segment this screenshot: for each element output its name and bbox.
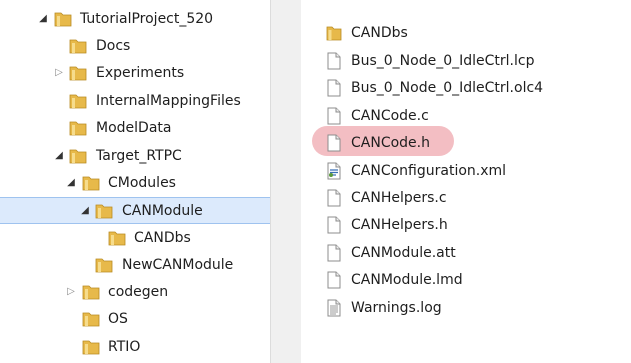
collapse-arrow-icon[interactable]: ▷ <box>54 67 64 79</box>
file-name: Bus_0_Node_0_IdleCtrl.olc4 <box>351 80 544 96</box>
folder-icon <box>69 94 87 109</box>
list-item-file[interactable]: Warnings.log <box>301 295 631 321</box>
tree-item-label: Experiments <box>96 65 185 81</box>
folder-icon <box>95 258 113 273</box>
tree-item-os[interactable]: OS <box>0 306 270 333</box>
text-file-icon <box>327 299 341 317</box>
tree-item-label: OS <box>108 311 128 327</box>
tree-item-label: TutorialProject_520 <box>80 11 214 27</box>
tree-item-label: CANDbs <box>134 230 191 246</box>
file-name: CANModule.lmd <box>351 272 463 288</box>
file-name: CANDbs <box>351 25 408 41</box>
file-name: CANCode.h <box>351 135 430 151</box>
list-item-file[interactable]: Bus_0_Node_0_IdleCtrl.lcp <box>301 48 631 74</box>
expand-arrow-icon[interactable]: ◢ <box>38 13 48 25</box>
xml-file-icon <box>327 162 341 180</box>
list-item-file[interactable]: CANHelpers.c <box>301 185 631 211</box>
file-name: Warnings.log <box>351 300 442 316</box>
tree-item-target-rtpc[interactable]: ◢ Target_RTPC <box>0 143 270 170</box>
tree-item-modeldata[interactable]: ModelData <box>0 115 270 142</box>
expand-arrow-icon[interactable]: ◢ <box>80 205 90 217</box>
tree-item-label: NewCANModule <box>122 257 234 273</box>
list-item-file-highlighted[interactable]: CANCode.h <box>301 130 631 156</box>
list-item-file[interactable]: CANHelpers.h <box>301 212 631 238</box>
tree-item-internalmappingfiles[interactable]: InternalMappingFiles <box>0 88 270 115</box>
file-icon <box>327 244 341 262</box>
list-item-file[interactable]: CANConfiguration.xml <box>301 158 631 184</box>
file-icon <box>327 107 341 125</box>
folder-icon <box>54 12 72 27</box>
file-icon <box>327 134 341 152</box>
file-icon <box>327 216 341 234</box>
tree-item-label: Target_RTPC <box>96 148 182 164</box>
file-icon <box>327 189 341 207</box>
file-name: CANHelpers.c <box>351 190 447 206</box>
folder-icon <box>69 66 87 81</box>
folder-icon <box>69 39 87 54</box>
folder-icon <box>95 204 113 219</box>
tree-item-label: CANModule <box>122 203 203 219</box>
tree-item-cmodules[interactable]: ◢ CModules <box>0 170 270 197</box>
folder-icon <box>82 176 100 191</box>
list-item-file[interactable]: Bus_0_Node_0_IdleCtrl.olc4 <box>301 75 631 101</box>
tree-item-rtio[interactable]: RTIO <box>0 334 270 361</box>
folder-icon <box>69 121 87 136</box>
folder-icon <box>326 26 342 41</box>
folder-icon <box>69 149 87 164</box>
tree-item-label: CModules <box>108 175 176 191</box>
pane-splitter[interactable] <box>270 0 301 363</box>
tree-item-docs[interactable]: Docs <box>0 33 270 60</box>
expand-arrow-icon[interactable]: ◢ <box>66 177 76 189</box>
tree-item-newcanmodule[interactable]: NewCANModule <box>0 252 270 279</box>
folder-icon <box>82 312 100 327</box>
folder-icon <box>82 340 100 355</box>
tree-item-canmodule[interactable]: ◢ CANModule <box>0 197 270 224</box>
file-icon <box>327 52 341 70</box>
folder-icon <box>82 285 100 300</box>
file-list[interactable]: CANDbs Bus_0_Node_0_IdleCtrl.lcp Bus_0_N… <box>301 0 631 363</box>
collapse-arrow-icon[interactable]: ▷ <box>66 286 76 298</box>
tree-item-candbs[interactable]: CANDbs <box>0 225 270 252</box>
tree-item-tutorialproject[interactable]: ◢ TutorialProject_520 <box>0 6 270 33</box>
folder-tree[interactable]: ◢ TutorialProject_520 Docs ▷ Experiments… <box>0 0 270 363</box>
expand-arrow-icon[interactable]: ◢ <box>54 150 64 162</box>
file-name: CANHelpers.h <box>351 217 448 233</box>
tree-item-label: RTIO <box>108 339 141 355</box>
tree-item-experiments[interactable]: ▷ Experiments <box>0 60 270 87</box>
file-icon <box>327 79 341 97</box>
tree-item-label: InternalMappingFiles <box>96 93 241 109</box>
list-item-file[interactable]: CANModule.lmd <box>301 267 631 293</box>
list-item-file[interactable]: CANModule.att <box>301 240 631 266</box>
list-item-candbs-folder[interactable]: CANDbs <box>301 20 631 46</box>
file-name: CANModule.att <box>351 245 456 261</box>
tree-item-label: ModelData <box>96 120 172 136</box>
file-name: CANCode.c <box>351 108 429 124</box>
list-item-file[interactable]: CANCode.c <box>301 103 631 129</box>
file-name: CANConfiguration.xml <box>351 163 507 179</box>
tree-item-label: Docs <box>96 38 131 54</box>
file-icon <box>327 271 341 289</box>
folder-icon <box>108 231 126 246</box>
file-name: Bus_0_Node_0_IdleCtrl.lcp <box>351 53 535 69</box>
tree-item-label: codegen <box>108 284 169 300</box>
tree-item-codegen[interactable]: ▷ codegen <box>0 279 270 306</box>
